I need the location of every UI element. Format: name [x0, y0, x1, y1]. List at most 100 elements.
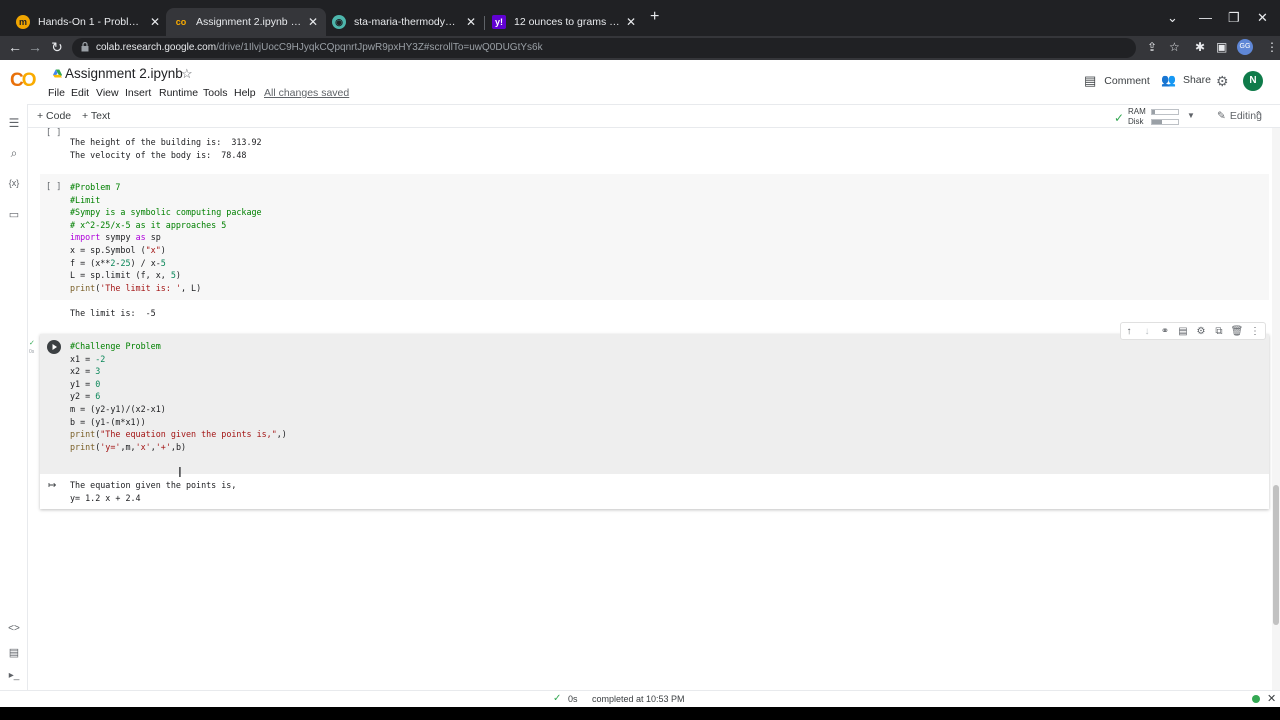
- back-icon[interactable]: ←: [6, 39, 24, 55]
- pdf-viewer-icon: ◉: [332, 15, 346, 29]
- status-check-icon: ✓: [553, 693, 562, 704]
- code-editor[interactable]: #Challenge Problem x1 = -2 x2 = 3 y1 = 0 y2 …: [70, 340, 287, 453]
- new-tab-button[interactable]: +: [650, 8, 659, 26]
- address-bar[interactable]: colab.research.google.com/drive/1IlvjUoc…: [72, 38, 1136, 58]
- menu-file[interactable]: File: [48, 87, 65, 99]
- mirror-cell-icon[interactable]: ⧉: [1212, 326, 1226, 337]
- code-editor[interactable]: #Problem 7 #Limit #Sympy is a symbolic com…: [70, 181, 262, 294]
- run-cell-button[interactable]: [47, 340, 61, 354]
- tab-search-chevron-icon[interactable]: ⌄: [1167, 10, 1178, 26]
- collapse-header-icon[interactable]: ⌃: [1254, 109, 1263, 122]
- ram-label: RAM: [1128, 107, 1146, 116]
- left-sidebar: ☰ ⌕ {x} ▭ <> ▤ ▸_: [0, 104, 28, 690]
- code-line: #Limit: [70, 194, 101, 205]
- pencil-icon: ✎: [1217, 110, 1226, 122]
- share-page-icon[interactable]: ⇪: [1147, 40, 1157, 54]
- browser-tab-hands-on[interactable]: m Hands-On 1 - Problem Solving u ✕: [8, 8, 168, 36]
- close-tab-icon[interactable]: ✕: [308, 15, 318, 29]
- restore-icon[interactable]: ❐: [1228, 10, 1240, 26]
- minimize-icon[interactable]: —: [1199, 10, 1212, 25]
- code-line: x2 = 3: [70, 366, 101, 377]
- variables-icon[interactable]: {x}: [6, 178, 22, 188]
- code-line: x = sp.Symbol ("x"): [70, 244, 166, 255]
- star-icon[interactable]: ☆: [181, 66, 193, 82]
- url-path: /drive/1IlvjUocC9HJyqkCQpqnrtJpwR9pxHY3Z…: [216, 42, 543, 53]
- google-drive-icon[interactable]: [53, 69, 62, 78]
- command-palette-icon[interactable]: ▤: [6, 646, 22, 659]
- code-line: #Problem 7: [70, 182, 121, 192]
- add-comment-icon[interactable]: ▤: [1176, 326, 1190, 337]
- share-button[interactable]: 👥 Share: [1161, 73, 1211, 87]
- forward-icon[interactable]: →: [26, 39, 44, 55]
- browser-tab-colab[interactable]: co Assignment 2.ipynb - Colaborato ✕: [166, 8, 326, 36]
- terminal-icon[interactable]: ▸_: [6, 670, 22, 681]
- status-bar: ✓ 0s completed at 10:53 PM ✕: [0, 690, 1280, 707]
- code-cell-problem7[interactable]: [ ] #Problem 7 #Limit #Sympy is a symbolic…: [40, 174, 1269, 300]
- user-avatar[interactable]: N: [1243, 71, 1263, 91]
- disk-bar: [1151, 119, 1179, 125]
- menu-tools[interactable]: Tools: [203, 87, 228, 99]
- search-icon[interactable]: ⌕: [6, 146, 22, 161]
- code-cell-challenge[interactable]: #Challenge Problem x1 = -2 x2 = 3 y1 = 0 y2 …: [40, 334, 1269, 509]
- menu-insert[interactable]: Insert: [125, 87, 151, 99]
- add-text-button[interactable]: + Text: [82, 110, 110, 122]
- output-line: y= 1.2 x + 2.4: [70, 492, 141, 503]
- cell-settings-icon[interactable]: ⚙: [1194, 326, 1208, 337]
- code-line: import sympy as sp: [70, 232, 161, 243]
- menu-edit[interactable]: Edit: [71, 87, 89, 99]
- browser-toolbar: ← → ↻ colab.research.google.com/drive/1I…: [0, 36, 1280, 60]
- files-folder-icon[interactable]: ▭: [6, 208, 22, 221]
- scrollbar-thumb[interactable]: [1273, 485, 1279, 625]
- menu-view[interactable]: View: [96, 87, 119, 99]
- close-tab-icon[interactable]: ✕: [466, 15, 476, 29]
- close-tab-icon[interactable]: ✕: [150, 15, 160, 29]
- code-line: # x^2-25/x-5 as it approaches 5: [70, 219, 227, 230]
- cell2-output: The limit is: -5: [70, 308, 156, 318]
- menu-help[interactable]: Help: [234, 87, 256, 99]
- tab-label: Assignment 2.ipynb - Colaborato: [196, 16, 302, 28]
- table-of-contents-icon[interactable]: ☰: [6, 116, 22, 130]
- code-snippets-icon[interactable]: <>: [6, 623, 22, 634]
- browser-tab-yahoo[interactable]: y! 12 ounces to grams - Yahoo Sear ✕: [484, 8, 644, 36]
- close-window-icon[interactable]: ✕: [1257, 10, 1268, 26]
- browser-profile-avatar[interactable]: GG: [1237, 39, 1253, 55]
- url-domain: colab.research.google.com: [96, 42, 217, 53]
- link-to-cell-icon[interactable]: ⚭: [1158, 326, 1172, 337]
- comment-button[interactable]: ▤ Comment: [1084, 73, 1150, 89]
- add-code-button[interactable]: + Code: [37, 110, 71, 122]
- bookmark-star-icon[interactable]: ☆: [1169, 40, 1180, 54]
- connection-dot-icon: [1252, 695, 1260, 703]
- lock-icon: [81, 42, 89, 52]
- settings-gear-icon[interactable]: ⚙: [1216, 73, 1229, 90]
- cell-run-bracket[interactable]: [ ]: [46, 128, 61, 138]
- browser-menu-icon[interactable]: ⋮: [1266, 40, 1278, 54]
- comment-icon: ▤: [1084, 73, 1097, 88]
- delete-cell-icon[interactable]: 🗑: [1230, 326, 1244, 337]
- resources-dropdown-icon[interactable]: ▼: [1187, 111, 1195, 120]
- cell-run-bracket[interactable]: [ ]: [46, 182, 61, 192]
- code-line: x1 = -2: [70, 353, 106, 364]
- close-tab-icon[interactable]: ✕: [626, 15, 636, 29]
- close-status-icon[interactable]: ✕: [1267, 692, 1276, 705]
- output-clear-icon[interactable]: ↦: [48, 480, 56, 491]
- code-line: m = (y2-y1)/(x2-x1): [70, 403, 166, 414]
- code-line: #Sympy is a symbolic computing package: [70, 207, 262, 218]
- output-line: The velocity of the body is: 78.48: [70, 149, 247, 160]
- reload-icon[interactable]: ↻: [48, 39, 66, 56]
- colab-logo[interactable]: CO: [10, 70, 36, 92]
- browser-tab-pdf[interactable]: ◉ sta-maria-thermodynamics-1.pdf ✕: [324, 8, 484, 36]
- save-status-link[interactable]: All changes saved: [264, 87, 349, 99]
- move-cell-down-icon[interactable]: ↓: [1140, 326, 1154, 337]
- cell3-output: The equation given the points is, y= 1.2 …: [70, 479, 236, 504]
- comment-label: Comment: [1104, 75, 1150, 87]
- cell-more-icon[interactable]: ⋮: [1248, 326, 1262, 337]
- notebook-title[interactable]: Assignment 2.ipynb: [65, 66, 183, 81]
- code-line: print('The limit is: ', L): [70, 282, 202, 293]
- ram-bar: [1151, 109, 1179, 115]
- disk-label: Disk: [1128, 117, 1144, 126]
- move-cell-up-icon[interactable]: ↑: [1122, 326, 1136, 337]
- menu-runtime[interactable]: Runtime: [159, 87, 198, 99]
- status-message[interactable]: completed at 10:53 PM: [592, 694, 685, 704]
- side-panel-icon[interactable]: ▣: [1216, 40, 1227, 54]
- extensions-icon[interactable]: ✱: [1195, 40, 1205, 54]
